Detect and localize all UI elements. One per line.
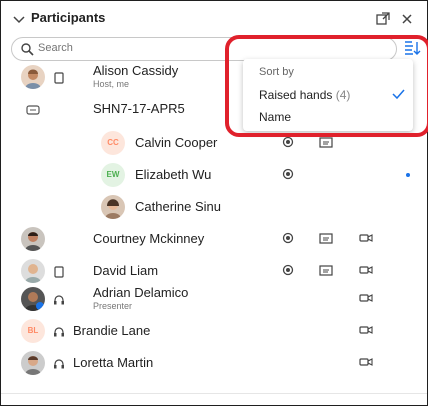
participant-role: Presenter <box>93 301 133 311</box>
share-screen-icon <box>319 231 333 245</box>
avatar <box>21 227 45 251</box>
camera-icon <box>359 355 373 369</box>
share-screen-icon <box>319 135 333 149</box>
close-icon[interactable] <box>399 11 415 27</box>
avatar <box>21 351 45 375</box>
chevron-down-icon[interactable] <box>11 11 27 27</box>
phone-icon <box>53 265 65 278</box>
avatar <box>21 259 45 283</box>
room-device-icon <box>26 103 40 115</box>
participant-row[interactable]: Loretta Martin <box>1 347 427 379</box>
participant-row[interactable]: Adrian Delamico Presenter <box>1 283 427 315</box>
avatar: EW <box>101 163 125 187</box>
participant-name: David Liam <box>93 263 159 278</box>
participant-name: Alison Cassidy <box>93 63 179 78</box>
participant-name: Brandie Lane <box>73 323 151 338</box>
avatar <box>101 195 125 219</box>
participant-name: Catherine Sinu <box>135 199 221 214</box>
participant-name: Calvin Cooper <box>135 135 218 150</box>
participant-name: Courtney Mckinney <box>93 231 205 246</box>
search-icon <box>20 42 34 56</box>
avatar <box>21 287 45 311</box>
mic-icon <box>281 135 295 149</box>
participants-panel: Participants Alison Cassidy Ho <box>0 0 428 406</box>
share-screen-icon <box>319 263 333 277</box>
annotation-highlight <box>225 35 428 137</box>
mic-icon <box>281 167 295 181</box>
panel-footer <box>1 393 427 406</box>
participant-row[interactable]: Catherine Sinu <box>1 191 427 223</box>
participant-name: Elizabeth Wu <box>135 167 212 182</box>
camera-icon <box>359 231 373 245</box>
speaking-indicator-icon <box>403 168 417 182</box>
participant-name: SHN7-17-APR5 <box>93 101 185 116</box>
phone-icon <box>53 71 65 84</box>
camera-icon <box>359 291 373 305</box>
participant-row[interactable]: EW Elizabeth Wu <box>1 159 427 191</box>
participant-role: Host, me <box>93 79 130 89</box>
mic-icon <box>281 231 295 245</box>
participant-row[interactable]: Courtney Mckinney <box>1 223 427 255</box>
participant-row[interactable]: BL Brandie Lane <box>1 315 427 347</box>
avatar: CC <box>101 131 125 155</box>
headset-icon <box>53 357 65 369</box>
popout-icon[interactable] <box>375 11 391 27</box>
avatar <box>21 65 45 89</box>
participant-name: Adrian Delamico <box>93 285 189 300</box>
headset-icon <box>53 293 65 305</box>
participant-name: Loretta Martin <box>73 355 154 370</box>
camera-icon <box>359 323 373 337</box>
headset-icon <box>53 325 65 337</box>
panel-header: Participants <box>1 1 427 37</box>
camera-icon <box>359 263 373 277</box>
panel-title: Participants <box>31 10 106 25</box>
mic-icon <box>281 263 295 277</box>
avatar: BL <box>21 319 45 343</box>
